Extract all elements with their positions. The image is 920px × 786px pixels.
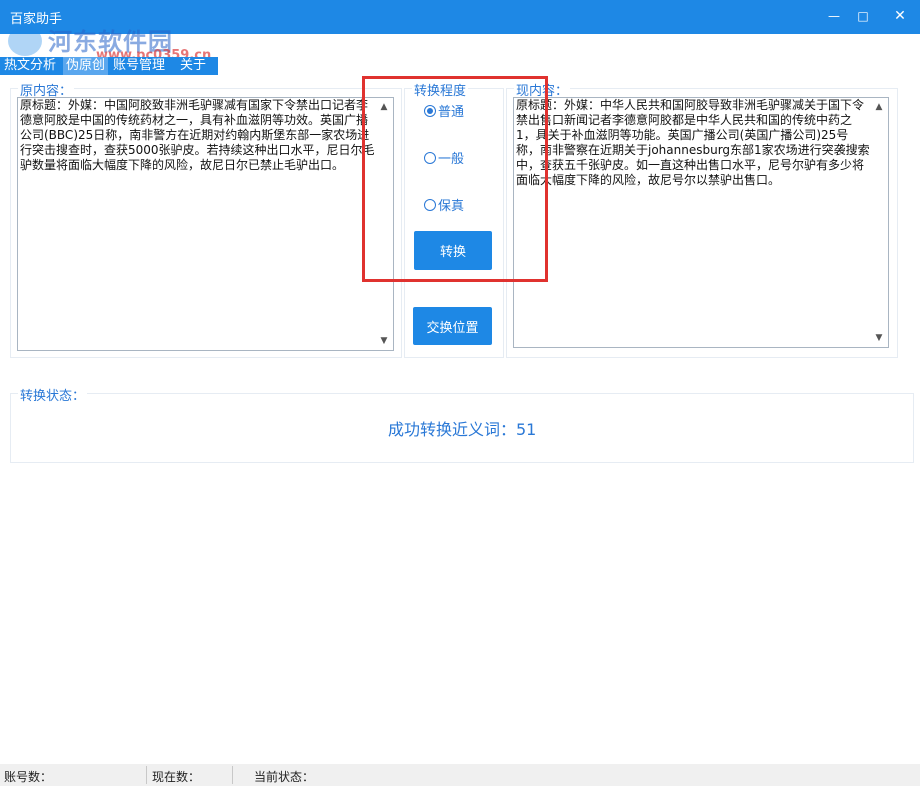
- statusbar-divider: [232, 766, 233, 784]
- status-label: 转换状态：: [18, 385, 88, 404]
- statusbar-accounts: 账号数：: [4, 770, 53, 784]
- statusbar-divider: [146, 766, 147, 784]
- scroll-up-icon[interactable]: ▲: [377, 100, 391, 114]
- window-title: 百家助手: [10, 12, 63, 27]
- minimize-button[interactable]: —: [820, 6, 848, 26]
- scroll-up-icon[interactable]: ▲: [872, 100, 886, 114]
- menu-bar: 热文分析 伪原创 账号管理 关于: [0, 57, 218, 75]
- swap-position-button[interactable]: 交换位置: [413, 307, 492, 345]
- degree-label: 转换程度: [412, 80, 469, 99]
- radio-faithful-label: 保真: [438, 199, 465, 214]
- menu-item-pseudo-original[interactable]: 伪原创: [63, 57, 109, 75]
- original-content-textarea[interactable]: 原标题：外媒：中国阿胶致非洲毛驴骤减有国家下令禁出口记者李德意阿胶是中国的传统药…: [17, 97, 394, 351]
- close-button[interactable]: ✕: [886, 6, 914, 26]
- convert-button[interactable]: 转换: [414, 231, 492, 270]
- original-content-text: 原标题：外媒：中国阿胶致非洲毛驴骤减有国家下令禁出口记者李德意阿胶是中国的传统药…: [20, 98, 375, 172]
- maximize-button[interactable]: □: [849, 6, 877, 26]
- status-bar: 账号数： 现在数： 当前状态：: [0, 764, 920, 786]
- radio-unchecked-icon: [424, 152, 436, 164]
- radio-faithful[interactable]: 保真: [424, 195, 464, 214]
- statusbar-articles: 现在数：: [152, 770, 201, 784]
- radio-normal[interactable]: 普通: [424, 101, 464, 120]
- radio-checked-icon: [424, 105, 436, 117]
- radio-general-label: 一般: [438, 152, 465, 167]
- title-bar: 百家助手 — □ ✕: [0, 0, 920, 34]
- current-content-text: 原标题：外媒：中华人民共和国阿胶导致非洲毛驴骤减关于国下令禁出售口新闻记者李德意…: [516, 98, 870, 187]
- menu-item-hot-analysis[interactable]: 热文分析: [4, 57, 56, 75]
- radio-general[interactable]: 一般: [424, 148, 464, 167]
- radio-unchecked-icon: [424, 199, 436, 211]
- statusbar-current-state: 当前状态：: [254, 770, 315, 784]
- status-result-text: 成功转换近义词：51: [388, 420, 537, 439]
- scroll-down-icon[interactable]: ▼: [377, 334, 391, 348]
- menu-item-about[interactable]: 关于: [180, 57, 206, 75]
- menu-item-account-management[interactable]: 账号管理: [113, 57, 165, 75]
- current-content-textarea[interactable]: 原标题：外媒：中华人民共和国阿胶导致非洲毛驴骤减关于国下令禁出售口新闻记者李德意…: [513, 97, 889, 348]
- scroll-down-icon[interactable]: ▼: [872, 331, 886, 345]
- radio-normal-label: 普通: [438, 105, 465, 120]
